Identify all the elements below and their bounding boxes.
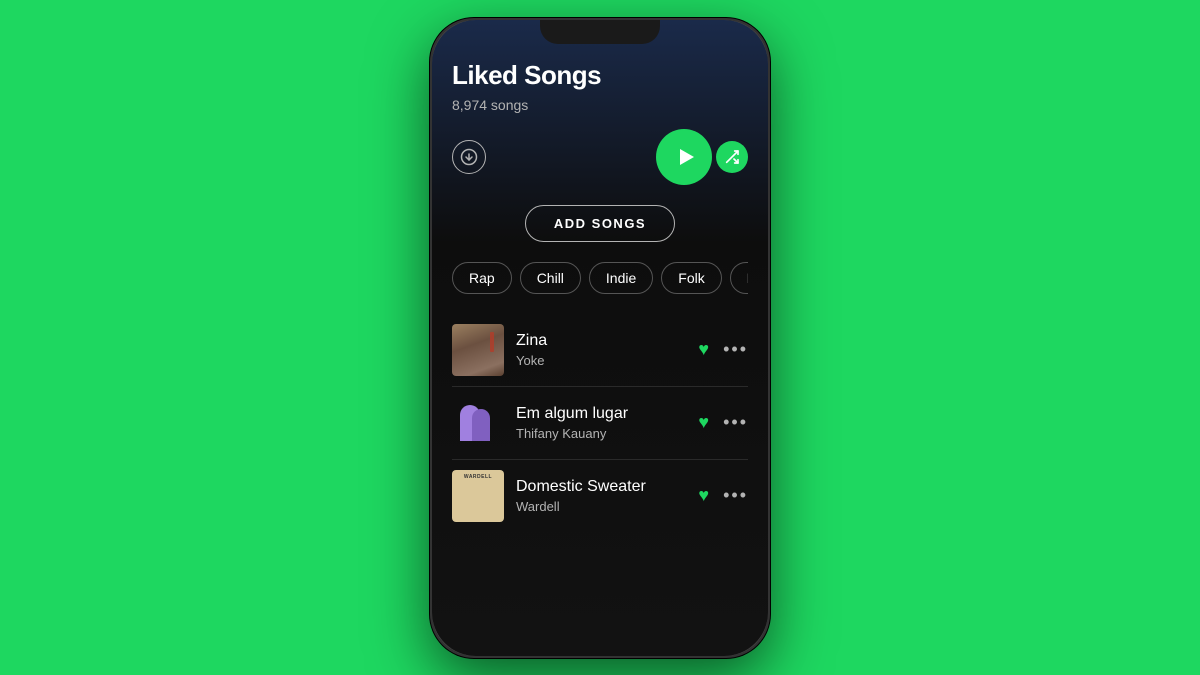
genre-chip-rap[interactable]: Rap <box>452 262 512 294</box>
heart-icon-em[interactable]: ♥ <box>698 412 709 433</box>
song-item-em[interactable]: Em algum lugar Thifany Kauany ♥ ••• <box>452 387 748 459</box>
phone-frame: Liked Songs 8,974 songs <box>430 18 770 658</box>
heart-icon-domestic[interactable]: ♥ <box>698 485 709 506</box>
song-artist-domestic: Wardell <box>516 499 686 514</box>
song-info-zina: Zina Yoke <box>516 332 686 368</box>
album-art-domestic <box>452 470 504 522</box>
zina-art-image <box>452 324 504 376</box>
song-artist-em: Thifany Kauany <box>516 426 686 441</box>
download-icon <box>460 148 478 166</box>
song-actions-domestic: ♥ ••• <box>698 485 748 506</box>
album-art-em <box>452 397 504 449</box>
download-button[interactable] <box>452 140 486 174</box>
play-button[interactable] <box>656 129 712 185</box>
more-button-em[interactable]: ••• <box>723 412 748 433</box>
heart-icon-zina[interactable]: ♥ <box>698 339 709 360</box>
page-title: Liked Songs <box>452 60 748 91</box>
more-button-zina[interactable]: ••• <box>723 339 748 360</box>
add-songs-button[interactable]: ADD SONGS <box>525 205 675 242</box>
song-title-domestic: Domestic Sweater <box>516 478 686 496</box>
album-art-zina <box>452 324 504 376</box>
more-button-domestic[interactable]: ••• <box>723 485 748 506</box>
screen-content: Liked Songs 8,974 songs <box>432 20 768 552</box>
genre-chip-indie[interactable]: Indie <box>589 262 653 294</box>
song-list: Zina Yoke ♥ ••• <box>452 314 748 532</box>
app-background: Liked Songs 8,974 songs <box>0 0 1200 675</box>
song-info-domestic: Domestic Sweater Wardell <box>516 478 686 514</box>
screen: Liked Songs 8,974 songs <box>432 20 768 656</box>
play-icon <box>674 145 698 169</box>
action-row <box>452 129 748 185</box>
play-shuffle-group <box>656 129 748 185</box>
song-title-zina: Zina <box>516 332 686 350</box>
song-item-zina[interactable]: Zina Yoke ♥ ••• <box>452 314 748 386</box>
notch <box>540 20 660 44</box>
song-item-domestic[interactable]: Domestic Sweater Wardell ♥ ••• <box>452 460 748 532</box>
shuffle-button[interactable] <box>716 141 748 173</box>
song-title-em: Em algum lugar <box>516 405 686 423</box>
song-artist-zina: Yoke <box>516 353 686 368</box>
em-art-image <box>452 397 504 449</box>
song-actions-zina: ♥ ••• <box>698 339 748 360</box>
em-figure2 <box>472 409 490 441</box>
shuffle-icon <box>724 149 740 165</box>
phone-device: Liked Songs 8,974 songs <box>430 18 770 658</box>
genre-filter-row: Rap Chill Indie Folk Electronic H <box>452 262 748 294</box>
song-count: 8,974 songs <box>452 97 748 113</box>
domestic-art-image <box>452 470 504 522</box>
song-info-em: Em algum lugar Thifany Kauany <box>516 405 686 441</box>
genre-chip-chill[interactable]: Chill <box>520 262 581 294</box>
song-actions-em: ♥ ••• <box>698 412 748 433</box>
genre-chip-electronic[interactable]: Electronic <box>730 262 748 294</box>
genre-chip-folk[interactable]: Folk <box>661 262 721 294</box>
